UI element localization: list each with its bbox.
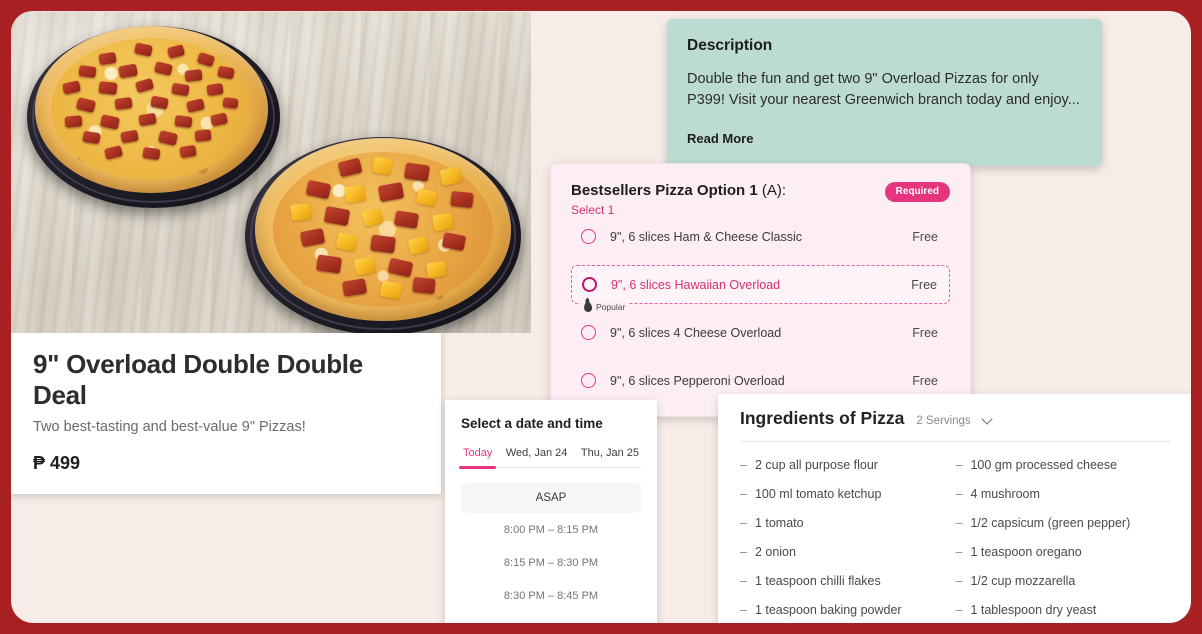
ingredient-text: 4 mushroom <box>970 486 1040 501</box>
radio-button-icon[interactable] <box>581 229 596 244</box>
options-title-block: Bestsellers Pizza Option 1 (A): Select 1 <box>571 182 786 217</box>
product-subtitle: Two best-tasting and best-value 9" Pizza… <box>33 419 306 435</box>
option-spacer <box>571 352 950 361</box>
bullet-dash: – <box>955 602 963 617</box>
option-row[interactable]: 9", 6 slices Ham & Cheese Classic Free <box>571 217 950 256</box>
bullet-dash: – <box>955 486 963 501</box>
datetime-title: Select a date and time <box>461 416 603 431</box>
ingredient-text: 1 teaspoon baking powder <box>754 602 902 617</box>
bullet-dash: – <box>955 573 963 588</box>
option-price: Free <box>912 373 938 388</box>
time-slot-list: 8:00 PM – 8:15 PM 8:15 PM – 8:30 PM 8:30 P… <box>461 513 641 612</box>
time-slot[interactable]: 8:30 PM – 8:45 PM <box>461 579 641 612</box>
options-title: Bestsellers Pizza Option 1 (A): <box>571 182 786 199</box>
flame-icon <box>583 301 593 313</box>
ingredient-text: 1 teaspoon oregano <box>970 544 1082 559</box>
ingredients-right-column: –100 gm processed cheese –4 mushroom –1/2 … <box>956 450 1172 623</box>
product-price: ₱ 499 <box>33 453 81 473</box>
datetime-tabs: Today Wed, Jan 24 Thu, Jan 25 <box>458 447 641 469</box>
ingredient-item: –2 cup all purpose flour <box>740 450 956 479</box>
date-tab[interactable]: Today <box>458 447 497 469</box>
asap-button[interactable]: ASAP <box>461 483 641 513</box>
pizza-options-card: Bestsellers Pizza Option 1 (A): Select 1… <box>550 163 971 417</box>
ingredient-item: –4 mushroom <box>956 479 1172 508</box>
required-badge: Required <box>884 182 950 202</box>
ingredients-left-column: –2 cup all purpose flour –100 ml tomato k… <box>740 450 956 623</box>
option-price: Free <box>912 325 938 340</box>
bullet-dash: – <box>740 457 747 472</box>
radio-button-icon[interactable] <box>581 325 596 340</box>
bullet-dash: – <box>740 602 747 617</box>
date-tab[interactable]: Thu, Jan 25 <box>581 447 639 467</box>
ingredient-text: 100 ml tomato ketchup <box>754 486 882 501</box>
bullet-dash: – <box>740 573 747 588</box>
options-header: Bestsellers Pizza Option 1 (A): Select 1… <box>571 182 950 217</box>
description-card: Description Double the fun and get two 9… <box>667 19 1102 167</box>
time-slot[interactable]: 8:15 PM – 8:30 PM <box>461 546 641 579</box>
option-price: Free <box>912 229 938 244</box>
ingredients-header: Ingredients of Pizza 2 Servings <box>740 408 1171 442</box>
bullet-dash: – <box>955 515 963 530</box>
bullet-dash: – <box>740 486 747 501</box>
ingredient-text: 1/2 cup mozzarella <box>970 573 1076 588</box>
radio-button-icon[interactable] <box>582 277 597 292</box>
radio-button-icon[interactable] <box>581 373 596 388</box>
options-title-bold: Bestsellers Pizza Option 1 <box>571 182 758 199</box>
option-row[interactable]: 9", 6 slices Hawaiian Overload Free Popula… <box>571 265 950 313</box>
ingredient-text: 1 teaspoon chilli flakes <box>754 573 881 588</box>
option-label: 9", 6 slices Pepperoni Overload <box>610 373 785 388</box>
option-label: 9", 6 slices Hawaiian Overload <box>611 277 781 292</box>
bullet-dash: – <box>740 515 747 530</box>
ingredient-item: –1 teaspoon baking powder <box>740 595 956 623</box>
description-body: Double the fun and get two 9" Overload P… <box>687 71 1080 109</box>
ingredient-item: –1/2 capsicum (green pepper) <box>956 508 1172 537</box>
product-info: 9" Overload Double Double Deal Two best-… <box>11 333 441 494</box>
option-row[interactable]: 9", 6 slices 4 Cheese Overload Free <box>571 313 950 352</box>
read-more-link[interactable]: Read More <box>687 131 1082 146</box>
ingredients-card: Ingredients of Pizza 2 Servings –2 cup a… <box>718 394 1191 623</box>
bullet-dash: – <box>955 544 963 559</box>
date-tab[interactable]: Wed, Jan 24 <box>506 447 568 467</box>
bullet-dash: – <box>955 457 963 472</box>
page-canvas: 9" Overload Double Double Deal Two best-… <box>11 11 1191 623</box>
ingredient-text: 1/2 capsicum (green pepper) <box>970 515 1131 530</box>
ingredient-item: –1 tablespoon dry yeast <box>956 595 1172 623</box>
ingredient-text: 2 onion <box>754 544 796 559</box>
ingredient-item: –1 teaspoon oregano <box>956 537 1172 566</box>
ingredient-item: –2 onion <box>740 537 956 566</box>
pizza-ham-cheese <box>35 26 268 193</box>
options-list: 9", 6 slices Ham & Cheese Classic Free 9",… <box>571 217 950 400</box>
popular-tag-label: Popular <box>596 302 626 312</box>
chevron-down-icon[interactable] <box>983 414 993 424</box>
ingredient-item: –100 ml tomato ketchup <box>740 479 956 508</box>
option-label: 9", 6 slices Ham & Cheese Classic <box>610 229 803 244</box>
bullet-dash: – <box>740 544 747 559</box>
product-photo <box>11 12 531 333</box>
description-heading: Description <box>687 37 773 54</box>
datetime-picker-card: Select a date and time Today Wed, Jan 24 T… <box>445 400 657 623</box>
ingredient-item: –1 teaspoon chilli flakes <box>740 566 956 595</box>
ingredient-text: 2 cup all purpose flour <box>754 457 878 472</box>
ingredient-item: –1 tomato <box>740 508 956 537</box>
options-select-note: Select 1 <box>571 203 615 217</box>
product-card: 9" Overload Double Double Deal Two best-… <box>11 12 531 494</box>
options-title-light: (A): <box>757 182 787 199</box>
page-title: 9" Overload Double Double Deal <box>33 349 363 410</box>
option-label: 9", 6 slices 4 Cheese Overload <box>610 325 782 340</box>
ingredient-item: –1/2 cup mozzarella <box>956 566 1172 595</box>
outer-frame: 9" Overload Double Double Deal Two best-… <box>0 0 1202 634</box>
ingredient-text: 1 tablespoon dry yeast <box>970 602 1097 617</box>
option-price: Free <box>911 277 937 292</box>
ingredient-text: 1 tomato <box>754 515 804 530</box>
ingredients-columns: –2 cup all purpose flour –100 ml tomato k… <box>740 442 1171 623</box>
servings-label: 2 Servings <box>916 415 971 427</box>
ingredient-text: 100 gm processed cheese <box>970 457 1118 472</box>
pizza-hawaiian <box>255 138 511 321</box>
ingredient-item: –100 gm processed cheese <box>956 450 1172 479</box>
popular-tag: Popular <box>580 301 630 313</box>
time-slot[interactable]: 8:00 PM – 8:15 PM <box>461 513 641 546</box>
option-spacer <box>571 256 950 265</box>
ingredients-title: Ingredients of Pizza <box>740 408 905 428</box>
